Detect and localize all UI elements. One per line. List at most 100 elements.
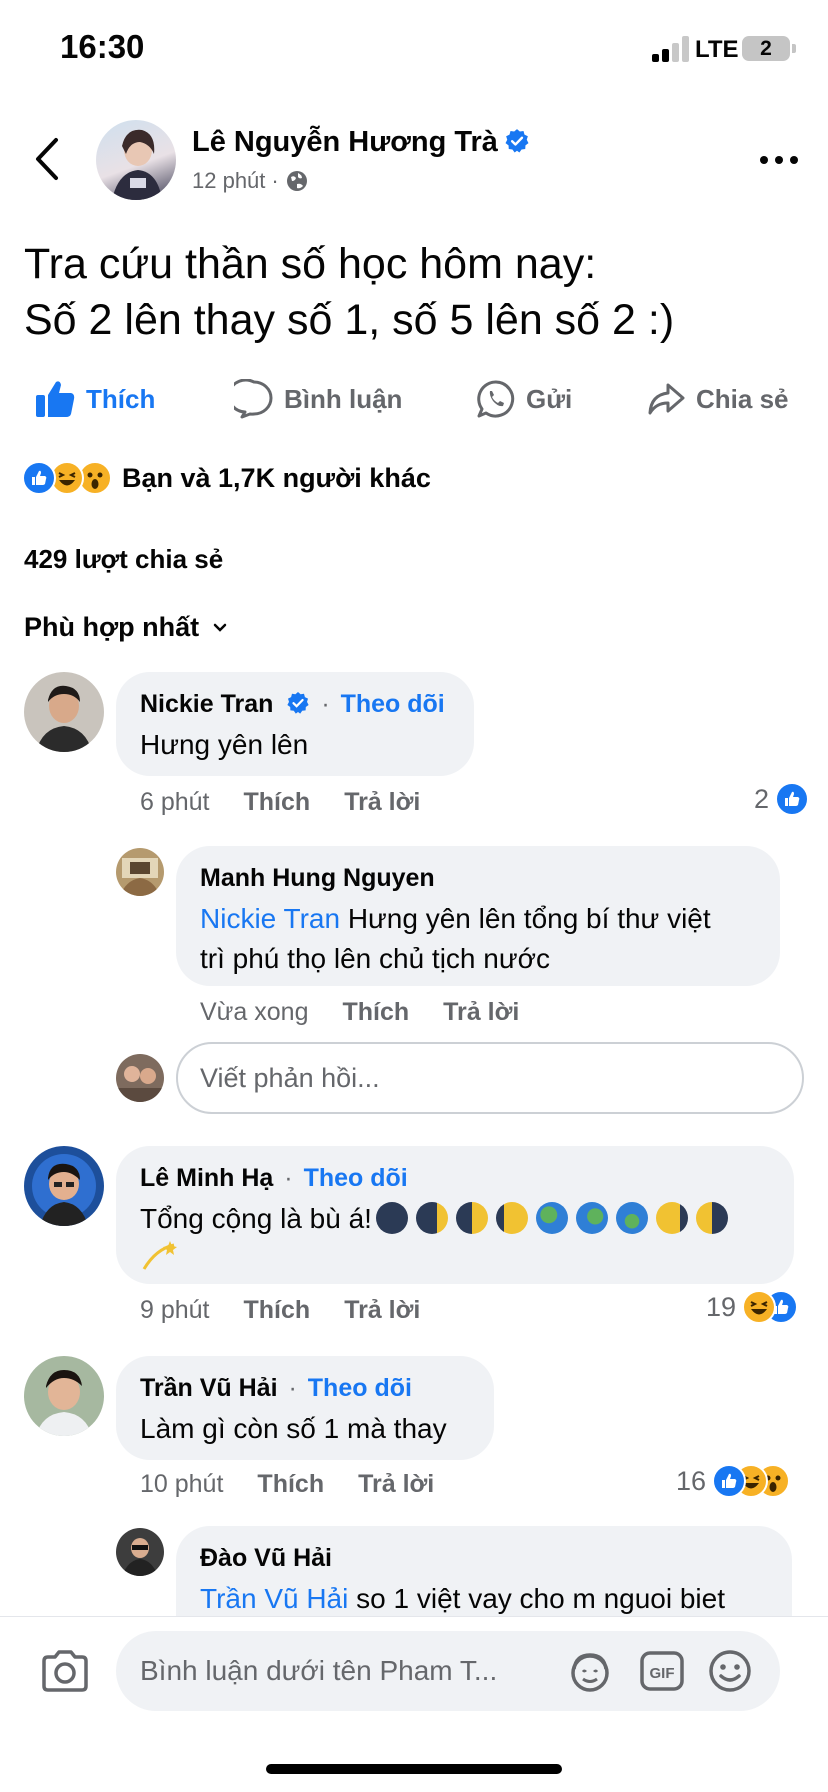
commenter-avatar[interactable] xyxy=(116,1528,164,1576)
gif-icon[interactable]: GIF xyxy=(638,1647,686,1700)
user-avatar xyxy=(116,1054,164,1102)
comment-author-name[interactable]: Đào Vũ Hải xyxy=(200,1544,768,1573)
verified-badge-icon xyxy=(287,692,309,714)
network-type: LTE xyxy=(695,36,739,63)
comment-like-button[interactable]: Thích xyxy=(244,1296,311,1325)
comment-author[interactable]: Trần Vũ Hải · Theo dõi xyxy=(140,1374,470,1403)
status-time: 16:30 xyxy=(60,28,145,65)
globe-icon xyxy=(535,1202,568,1234)
like-icon xyxy=(775,782,810,816)
verified-badge-icon xyxy=(505,129,529,153)
follow-button[interactable]: Theo dõi xyxy=(308,1374,412,1402)
like-label: Thích xyxy=(86,383,156,414)
comment-like-button[interactable]: Thích xyxy=(244,788,311,817)
reply-input[interactable]: Viết phản hồi... xyxy=(176,1042,804,1114)
commenter-avatar[interactable] xyxy=(24,672,104,752)
mention-link[interactable]: Trần Vũ Hải xyxy=(200,1583,348,1614)
comment-label: Bình luận xyxy=(284,383,403,414)
waning-gibbous-icon xyxy=(655,1202,688,1234)
post-text-line: Tra cứu thần số học hôm nay: xyxy=(24,240,597,288)
share-button[interactable]: Chia sẻ xyxy=(646,378,789,420)
comment-text: Tổng cộng là bù á! xyxy=(140,1199,770,1280)
comment-meta: 9 phút Thích Trả lời xyxy=(140,1296,420,1325)
comment-author-name[interactable]: Lê Minh Hạ xyxy=(140,1164,273,1192)
comment-meta: 10 phút Thích Trả lời xyxy=(140,1470,434,1499)
commenter-avatar[interactable] xyxy=(24,1356,104,1436)
comment-reply-button[interactable]: Trả lời xyxy=(344,1296,420,1325)
first-quarter-icon xyxy=(455,1202,488,1234)
share-count[interactable]: 429 lượt chia sẻ xyxy=(24,544,223,575)
post-text: Tra cứu thần số học hôm nay: Số 2 lên th… xyxy=(24,236,804,348)
comment-button[interactable]: Bình luận xyxy=(234,378,402,420)
comment-reply-button[interactable]: Trả lời xyxy=(358,1470,434,1499)
reactions-summary[interactable]: Bạn và 1,7K người khác xyxy=(22,458,431,498)
globe-icon xyxy=(286,171,307,191)
avatar-sticker-icon[interactable] xyxy=(566,1647,614,1700)
comment-author-name[interactable]: Nickie Tran xyxy=(140,690,273,718)
comment-reactions[interactable]: 16 xyxy=(676,1464,791,1498)
author-avatar[interactable] xyxy=(96,120,176,200)
comment-text-line: Hưng yên lên tổng bí thư việt xyxy=(340,903,711,934)
comment-bubble: Nickie Tran · Theo dõi Hưng yên lên xyxy=(116,672,474,776)
share-label: Chia sẻ xyxy=(696,383,789,414)
reactions-text[interactable]: Bạn và 1,7K người khác xyxy=(122,463,431,494)
author-name-text[interactable]: Lê Nguyễn Hương Trà xyxy=(192,126,498,158)
commenter-avatar[interactable] xyxy=(116,848,164,896)
comment-reactions[interactable]: 2 xyxy=(754,782,810,816)
comment-author[interactable]: Lê Minh Hạ · Theo dõi xyxy=(140,1164,770,1193)
comment-like-button[interactable]: Thích xyxy=(257,1470,324,1499)
reply-bubble: Manh Hung Nguyen Nickie Tran Hưng yên lê… xyxy=(176,846,780,986)
whatsapp-icon xyxy=(477,380,515,418)
meta-separator: · xyxy=(271,168,279,193)
comment-text: Hưng yên lên xyxy=(140,729,309,760)
emoji-icon[interactable] xyxy=(706,1647,754,1700)
comment-time[interactable]: 9 phút xyxy=(140,1296,210,1325)
separator-dot: · xyxy=(321,690,330,718)
comment-text: Làm gì còn số 1 mà thay xyxy=(140,1413,447,1444)
new-moon-icon xyxy=(375,1202,408,1234)
comment-input-placeholder: Bình luận dưới tên Pham T... xyxy=(140,1655,498,1686)
comment-reply-button[interactable]: Trả lời xyxy=(443,998,519,1027)
comment-reply-button[interactable]: Trả lời xyxy=(344,788,420,817)
post-time[interactable]: 12 phút xyxy=(192,168,265,194)
comment-text-line: trì phú thọ lên chủ tịch nước xyxy=(200,943,550,974)
comment-time[interactable]: 10 phút xyxy=(140,1470,223,1499)
comment-bubble: Trần Vũ Hải · Theo dõi Làm gì còn số 1 m… xyxy=(116,1356,494,1460)
haha-icon xyxy=(742,1290,777,1324)
follow-button[interactable]: Theo dõi xyxy=(304,1164,408,1192)
comment-text: Trần Vũ Hải so 1 việt vay cho m nguoi bi… xyxy=(200,1579,768,1619)
chevron-down-icon xyxy=(213,623,227,632)
comment-reactions[interactable]: 19 xyxy=(706,1290,799,1324)
comment-author-name[interactable]: Manh Hung Nguyen xyxy=(200,864,756,893)
home-indicator[interactable] xyxy=(266,1764,562,1774)
comment-time[interactable]: Vừa xong xyxy=(200,998,308,1027)
back-button[interactable] xyxy=(28,132,68,186)
battery-tip xyxy=(792,44,796,53)
comment-time[interactable]: 6 phút xyxy=(140,788,210,817)
comment-meta: 6 phút Thích Trả lời xyxy=(140,788,420,817)
comment-text-body: Tổng cộng là bù á! xyxy=(140,1203,372,1234)
post-text-line: Số 2 lên thay số 1, số 5 lên số 2 :) xyxy=(24,296,675,344)
author-name[interactable]: Lê Nguyễn Hương Trà xyxy=(192,126,530,159)
signal-icon xyxy=(652,36,690,62)
like-icon xyxy=(712,1464,747,1498)
waxing-crescent-icon xyxy=(415,1202,448,1234)
mention-link[interactable]: Nickie Tran xyxy=(200,903,340,934)
camera-icon[interactable] xyxy=(40,1649,90,1698)
follow-button[interactable]: Theo dõi xyxy=(341,690,445,718)
more-options-icon[interactable] xyxy=(760,150,800,170)
send-button[interactable]: Gửi xyxy=(476,378,572,420)
comment-author-name[interactable]: Trần Vũ Hải xyxy=(140,1374,278,1402)
like-button[interactable]: Thích xyxy=(34,378,155,420)
status-bar: 16:30 LTE 2 xyxy=(0,0,828,100)
commenter-avatar[interactable] xyxy=(24,1146,104,1226)
separator-dot: · xyxy=(284,1164,293,1192)
like-icon xyxy=(22,461,56,495)
globe-icon xyxy=(615,1202,648,1234)
comment-bubble: Lê Minh Hạ · Theo dõi Tổng cộng là bù á! xyxy=(116,1146,794,1284)
comment-meta: Vừa xong Thích Trả lời xyxy=(200,998,519,1027)
comment-author[interactable]: Nickie Tran · Theo dõi xyxy=(140,690,450,719)
sort-dropdown[interactable]: Phù hợp nhất xyxy=(24,612,227,643)
comment-like-button[interactable]: Thích xyxy=(342,998,409,1027)
reaction-count: 19 xyxy=(706,1291,737,1322)
